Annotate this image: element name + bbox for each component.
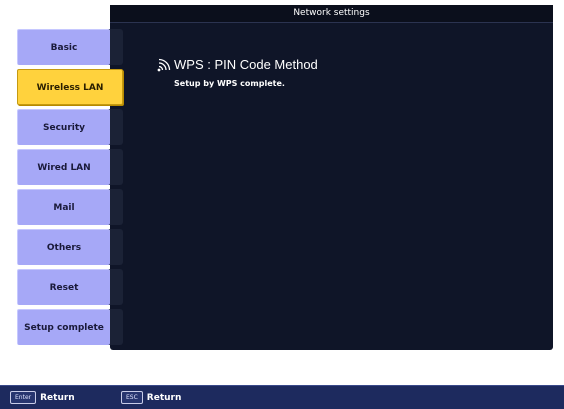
- status-message: Setup by WPS complete.: [174, 79, 285, 88]
- tab-edge: [108, 109, 123, 145]
- esc-return-hint[interactable]: ESC Return: [121, 391, 181, 404]
- menu-item-label[interactable]: Security: [17, 109, 110, 145]
- settings-menu: Basic Wireless LAN Security Wired LAN Ma…: [17, 29, 123, 349]
- esc-key-icon: ESC: [121, 391, 143, 404]
- wps-title: WPS : PIN Code Method: [157, 57, 318, 72]
- menu-item-reset[interactable]: Reset: [17, 269, 123, 305]
- menu-item-label[interactable]: Wireless LAN: [17, 69, 123, 105]
- menu-item-label[interactable]: Setup complete: [17, 309, 110, 345]
- tab-edge: [108, 269, 123, 305]
- menu-item-label[interactable]: Others: [17, 229, 110, 265]
- menu-item-wireless-lan[interactable]: Wireless LAN: [17, 69, 123, 105]
- menu-item-security[interactable]: Security: [17, 109, 123, 145]
- menu-item-others[interactable]: Others: [17, 229, 123, 265]
- tab-edge: [108, 189, 123, 225]
- tab-edge: [108, 229, 123, 265]
- menu-item-label[interactable]: Wired LAN: [17, 149, 110, 185]
- menu-item-mail[interactable]: Mail: [17, 189, 123, 225]
- footer-bar: Enter Return ESC Return: [0, 385, 564, 409]
- menu-item-label[interactable]: Basic: [17, 29, 110, 65]
- menu-item-basic[interactable]: Basic: [17, 29, 123, 65]
- menu-item-label[interactable]: Mail: [17, 189, 110, 225]
- wps-title-text: WPS : PIN Code Method: [174, 57, 318, 72]
- enter-return-hint[interactable]: Enter Return: [10, 391, 75, 404]
- tab-edge: [108, 149, 123, 185]
- menu-item-wired-lan[interactable]: Wired LAN: [17, 149, 123, 185]
- esc-return-label: Return: [146, 392, 182, 403]
- panel-title: Network settings: [110, 5, 553, 23]
- tab-edge: [108, 29, 123, 65]
- enter-return-label: Return: [40, 392, 75, 403]
- tab-edge: [108, 309, 123, 345]
- wireless-signal-icon: [157, 58, 171, 71]
- menu-item-setup-complete[interactable]: Setup complete: [17, 309, 123, 345]
- projector-menu-screen: Network settings Basic Wireless LAN Secu…: [0, 0, 564, 409]
- enter-key-icon: Enter: [10, 391, 37, 404]
- menu-item-label[interactable]: Reset: [17, 269, 110, 305]
